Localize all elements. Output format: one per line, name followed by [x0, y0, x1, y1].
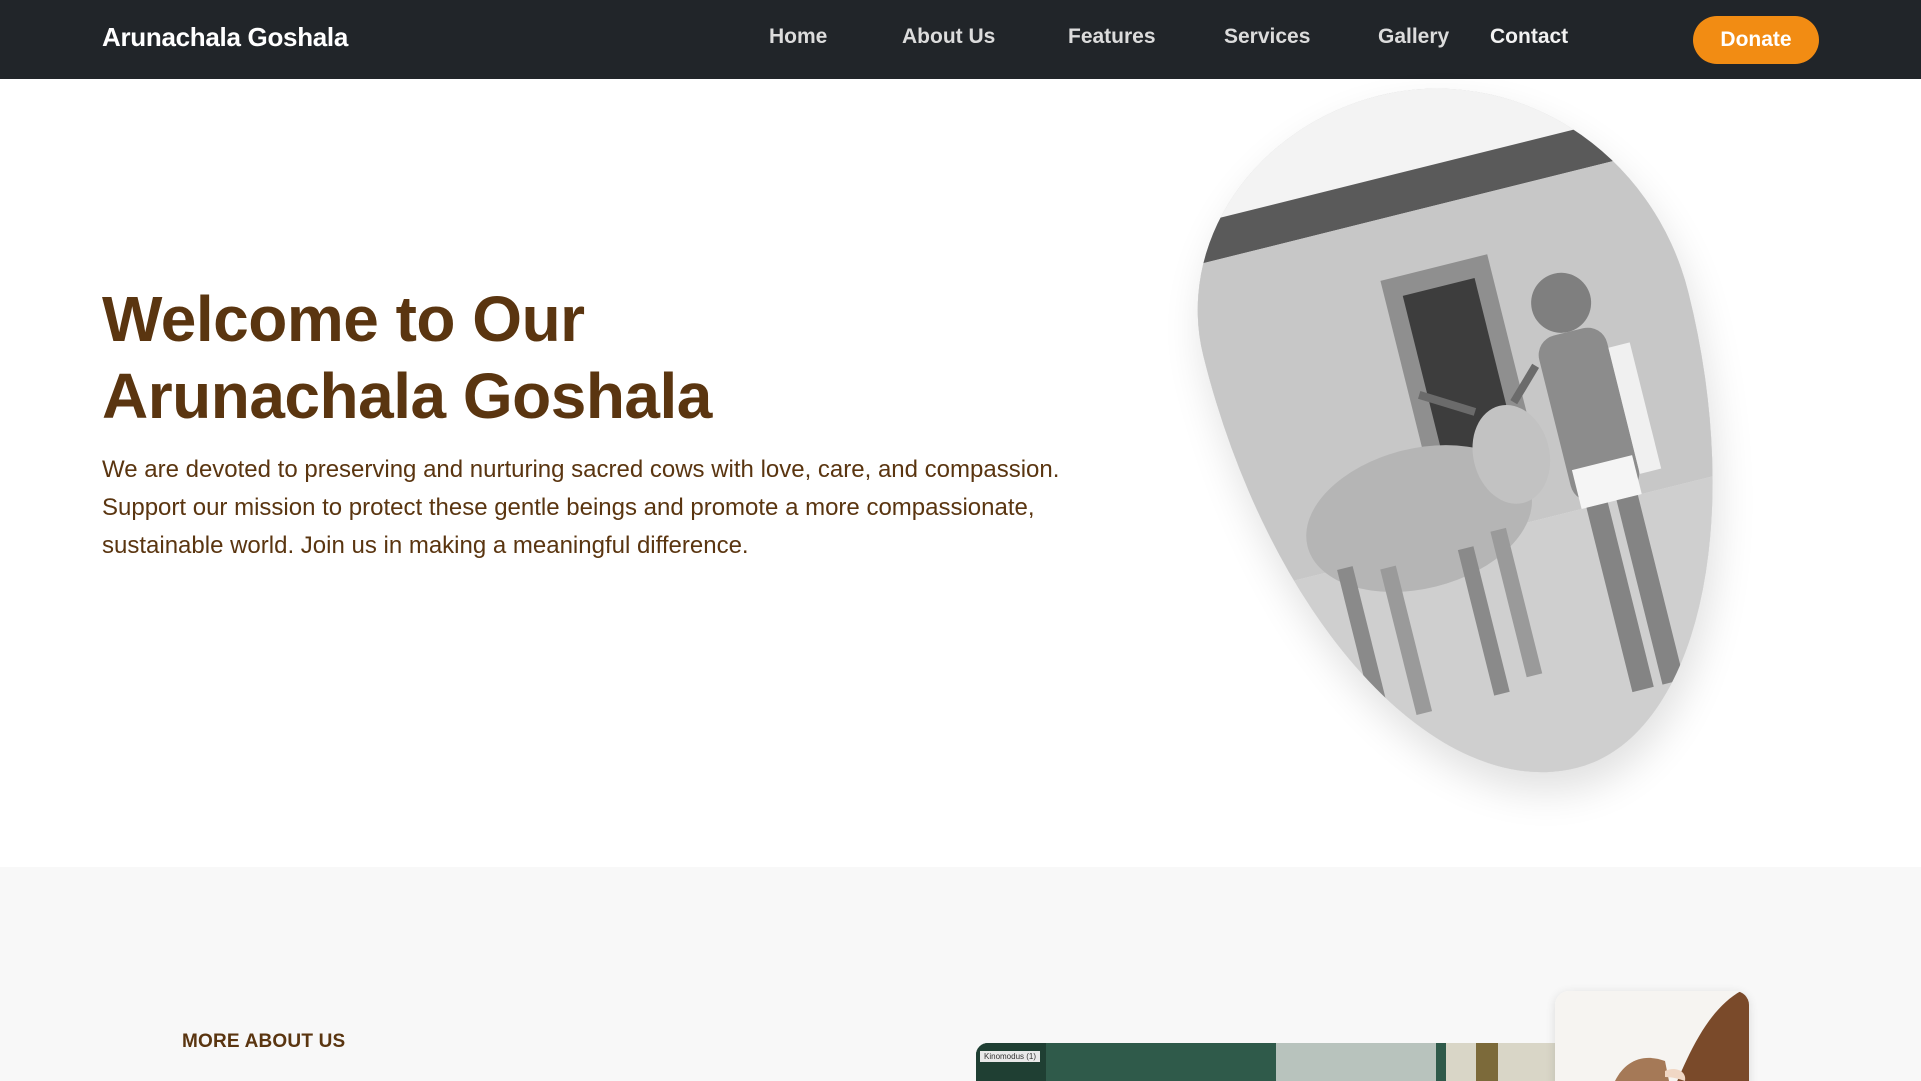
navbar: Arunachala Goshala Home About Us Feature… [0, 0, 1921, 79]
hero-title-line-1: Welcome to Our [102, 283, 585, 355]
nav-link-contact[interactable]: Contact [1490, 25, 1568, 49]
nav-link-gallery[interactable]: Gallery [1378, 25, 1449, 49]
image-tag: Kinomodus (1) [980, 1051, 1041, 1062]
nav-link-home[interactable]: Home [769, 25, 827, 49]
nav-link-about-us[interactable]: About Us [902, 25, 995, 49]
nav-link-features[interactable]: Features [1068, 25, 1156, 49]
about-photo-main-graphic [976, 1043, 1556, 1081]
hero-title: Welcome to Our Arunachala Goshala [102, 281, 1002, 435]
about-kicker: MORE ABOUT US [182, 1031, 346, 1052]
about-photo-side [1555, 991, 1749, 1081]
hero-title-line-2: Arunachala Goshala [102, 360, 712, 432]
cow-and-man-photo [1152, 34, 1794, 832]
about-section: MORE ABOUT US Kinomodus (1) [0, 867, 1921, 1081]
donate-button[interactable]: Donate [1693, 16, 1819, 64]
hero-section: Welcome to Our Arunachala Goshala We are… [0, 34, 1921, 867]
brand-logo-text[interactable]: Arunachala Goshala [102, 22, 348, 53]
cow-statue-photo [1555, 991, 1749, 1081]
hero-photo-blob [1152, 34, 1794, 832]
nav-link-services[interactable]: Services [1224, 25, 1310, 49]
hero-description: We are devoted to preserving and nurturi… [102, 456, 1060, 559]
about-photo-main: Kinomodus (1) [976, 1043, 1556, 1081]
